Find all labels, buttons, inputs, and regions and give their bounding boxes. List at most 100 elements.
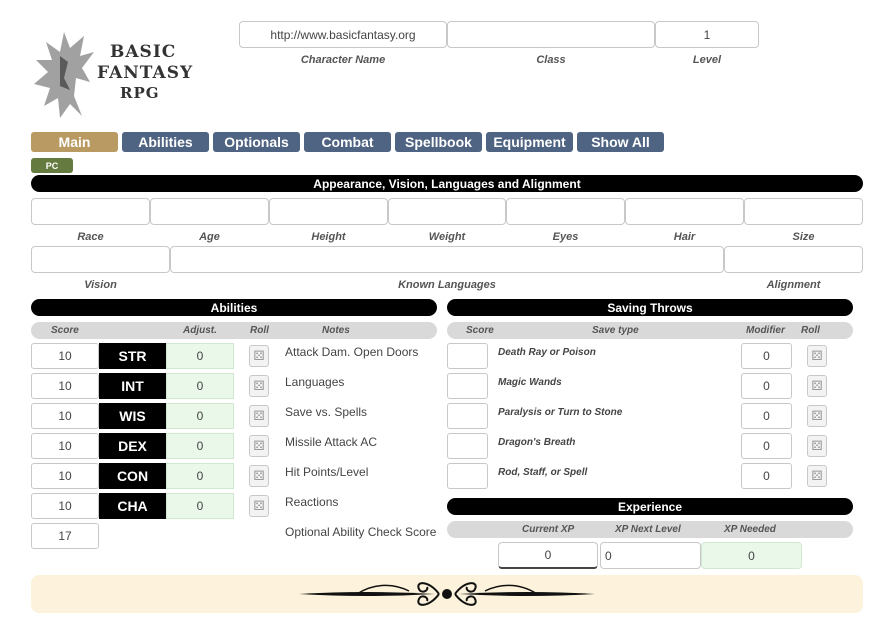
ability-adjust-wis: 0 (166, 403, 234, 429)
ability-note-dex: Missile Attack AC (285, 435, 378, 449)
weight-label: Weight (428, 231, 466, 243)
tab-equipment[interactable]: Equipment (486, 132, 573, 152)
save-modifier-field[interactable]: 0 (741, 433, 792, 459)
dice-icon[interactable]: ⚄ (249, 345, 269, 367)
logo-line3: RPG (120, 84, 160, 102)
ability-score-con[interactable]: 10 (31, 463, 99, 489)
level-label: Level (692, 54, 722, 66)
save-score-field[interactable] (447, 403, 488, 429)
eyes-field[interactable] (506, 198, 625, 225)
experience-header-bar: Current XP XP Next Level XP Needed (447, 521, 853, 538)
dice-icon[interactable]: ⚄ (807, 375, 827, 397)
size-field[interactable] (744, 198, 863, 225)
tab-combat[interactable]: Combat (304, 132, 391, 152)
character-name-label: Character Name (300, 54, 386, 66)
vision-field[interactable] (31, 246, 170, 273)
height-label: Height (311, 231, 346, 243)
character-name-field[interactable]: http://www.basicfantasy.org (239, 21, 447, 48)
xp-needed-field: 0 (701, 542, 802, 569)
save-type-label: Rod, Staff, or Spell (498, 467, 588, 478)
dice-icon[interactable]: ⚄ (807, 405, 827, 427)
dice-icon[interactable]: ⚄ (807, 345, 827, 367)
hair-label: Hair (673, 231, 696, 243)
known-languages-label: Known Languages (398, 279, 496, 291)
abilities-score-header: Score (51, 325, 79, 336)
weight-field[interactable] (388, 198, 506, 225)
alignment-label: Alignment (766, 279, 821, 291)
logo-line1: BASIC (110, 42, 177, 62)
ability-note-int: Languages (285, 375, 345, 389)
ability-score-str[interactable]: 10 (31, 343, 99, 369)
save-modifier-field[interactable]: 0 (741, 403, 792, 429)
tab-show-all[interactable]: Show All (577, 132, 664, 152)
save-modifier-field[interactable]: 0 (741, 343, 792, 369)
alignment-field[interactable] (724, 246, 863, 273)
xp-next-level-header: XP Next Level (615, 524, 681, 535)
dice-icon[interactable]: ⚄ (249, 465, 269, 487)
ability-score-cha[interactable]: 10 (31, 493, 99, 519)
abilities-section-title: Abilities (31, 299, 437, 316)
save-type-label: Death Ray or Poison (498, 347, 596, 358)
known-languages-field[interactable] (170, 246, 724, 273)
saves-score-header: Score (466, 325, 494, 336)
vision-label: Vision (84, 279, 117, 291)
save-modifier-field[interactable]: 0 (741, 373, 792, 399)
footer-banner (31, 575, 863, 613)
saves-roll-header: Roll (801, 325, 820, 336)
level-field[interactable]: 1 (655, 21, 759, 48)
logo-line2: FANTASY (97, 63, 194, 83)
logo: BASIC FANTASY RPG (30, 26, 194, 122)
pc-badge[interactable]: PC (31, 158, 73, 173)
optional-check-score[interactable]: 17 (31, 523, 99, 549)
race-label: Race (77, 231, 104, 243)
ability-label-int: INT (99, 373, 166, 399)
ability-adjust-dex: 0 (166, 433, 234, 459)
ability-label-str: STR (99, 343, 166, 369)
tab-abilities[interactable]: Abilities (122, 132, 209, 152)
class-label: Class (536, 54, 566, 66)
save-score-field[interactable] (447, 373, 488, 399)
ability-adjust-int: 0 (166, 373, 234, 399)
saving-throws-section-title: Saving Throws (447, 299, 853, 316)
ability-score-int[interactable]: 10 (31, 373, 99, 399)
tab-optionals[interactable]: Optionals (213, 132, 300, 152)
saves-modifier-header: Modifier (746, 325, 785, 336)
abilities-roll-header: Roll (250, 325, 269, 336)
race-field[interactable] (31, 198, 150, 225)
class-field[interactable] (447, 21, 655, 48)
tab-main[interactable]: Main (31, 132, 118, 152)
ability-score-wis[interactable]: 10 (31, 403, 99, 429)
xp-needed-header: XP Needed (724, 524, 776, 535)
save-modifier-field[interactable]: 0 (741, 463, 792, 489)
dragon-icon (34, 32, 94, 118)
current-xp-field[interactable]: 0 (498, 542, 598, 569)
ability-adjust-con: 0 (166, 463, 234, 489)
save-score-field[interactable] (447, 433, 488, 459)
ability-note-con: Hit Points/Level (285, 465, 369, 479)
saving-throws-header-bar: Score Save type Modifier Roll (447, 322, 853, 339)
ability-adjust-cha: 0 (166, 493, 234, 519)
dice-icon[interactable]: ⚄ (807, 465, 827, 487)
appearance-section-title: Appearance, Vision, Languages and Alignm… (31, 175, 863, 192)
ability-note-wis: Save vs. Spells (285, 405, 368, 419)
age-field[interactable] (150, 198, 269, 225)
dice-icon[interactable]: ⚄ (807, 435, 827, 457)
hair-field[interactable] (625, 198, 744, 225)
current-xp-header: Current XP (522, 524, 575, 535)
dice-icon[interactable]: ⚄ (249, 405, 269, 427)
dice-icon[interactable]: ⚄ (249, 495, 269, 517)
age-label: Age (199, 231, 220, 243)
save-score-field[interactable] (447, 463, 488, 489)
dice-icon[interactable]: ⚄ (249, 375, 269, 397)
ability-score-dex[interactable]: 10 (31, 433, 99, 459)
height-field[interactable] (269, 198, 388, 225)
ability-note-str: Attack Dam. Open Doors (285, 345, 419, 359)
save-score-field[interactable] (447, 343, 488, 369)
ability-adjust-str: 0 (166, 343, 234, 369)
ability-note-cha: Reactions (285, 495, 339, 509)
xp-next-level-field: 0 (600, 542, 701, 569)
abilities-header-bar: Score Adjust. Roll Notes (31, 322, 437, 339)
experience-section-title: Experience (447, 498, 853, 515)
dice-icon[interactable]: ⚄ (249, 435, 269, 457)
tab-spellbook[interactable]: Spellbook (395, 132, 482, 152)
